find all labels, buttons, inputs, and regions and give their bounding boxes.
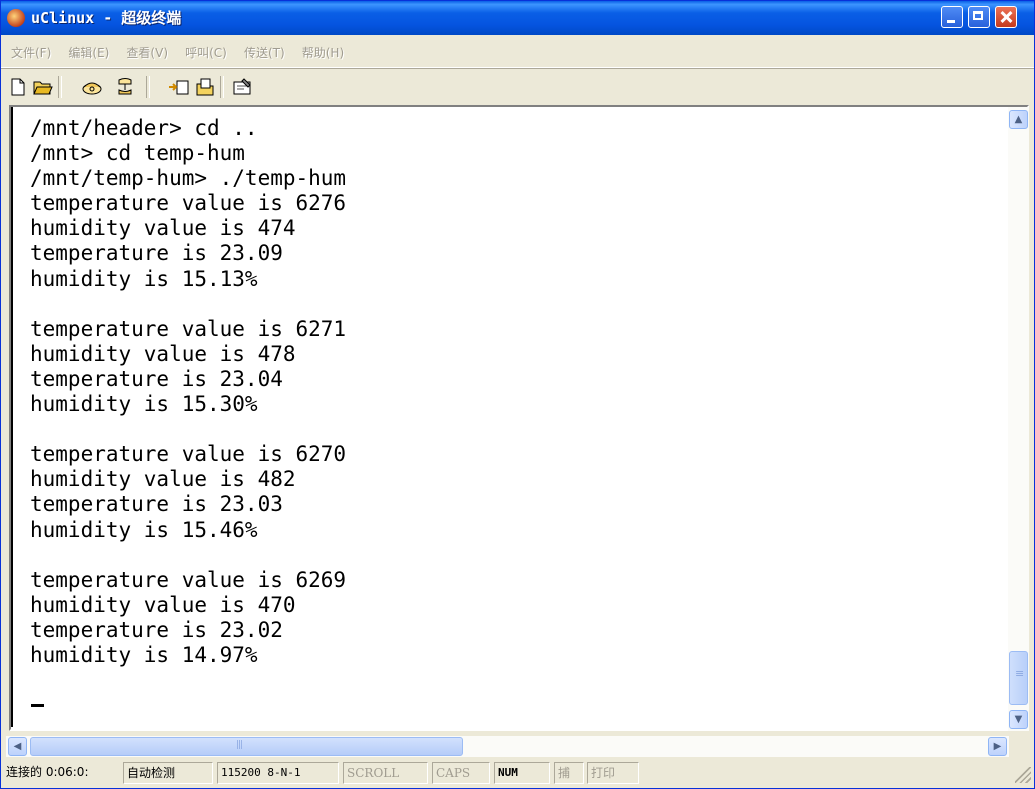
toolbar — [1, 71, 1034, 105]
menu-bar: 文件(F) 编辑(E) 查看(V) 呼叫(C) 传送(T) 帮助(H) — [1, 37, 1034, 68]
toolbar-separator — [220, 76, 224, 98]
terminal-line: humidity value is 482 — [30, 467, 296, 492]
send-icon[interactable] — [168, 76, 190, 98]
scroll-right-button[interactable]: ▶ — [988, 737, 1007, 756]
status-port-settings: 115200 8-N-1 — [217, 762, 339, 784]
toolbar-separator — [146, 76, 150, 98]
hyperterminal-window: uClinux - 超级终端 文件(F) 编辑(E) 查看(V) 呼叫(C) 传… — [0, 0, 1035, 789]
call-icon[interactable] — [81, 76, 103, 98]
terminal-line: temperature value is 6269 — [30, 567, 347, 592]
window-title: uClinux - 超级终端 — [31, 9, 182, 27]
status-connected-time: 连接的 0:06:0: — [6, 765, 89, 779]
vertical-scrollbar[interactable]: ▲ ▼ — [1008, 107, 1029, 731]
scroll-down-button[interactable]: ▼ — [1009, 710, 1028, 729]
minimize-button[interactable] — [941, 6, 963, 28]
status-caps: CAPS — [432, 762, 490, 784]
scroll-left-button[interactable]: ◀ — [8, 737, 27, 756]
status-detect: 自动检测 — [123, 762, 213, 784]
status-bar: 连接的 0:06:0: 自动检测 115200 8-N-1 SCROLL CAP… — [1, 760, 1034, 788]
receive-icon[interactable] — [194, 76, 216, 98]
app-icon[interactable] — [7, 9, 25, 27]
terminal-line: temperature is 23.09 — [30, 241, 283, 266]
terminal-line: humidity is 14.97% — [30, 642, 258, 667]
new-icon[interactable] — [7, 76, 29, 98]
terminal-line: humidity is 15.13% — [30, 266, 258, 291]
chevron-down-icon: ▼ — [1014, 714, 1023, 725]
vertical-scroll-thumb[interactable] — [1009, 651, 1028, 705]
chevron-up-icon: ▲ — [1014, 114, 1023, 125]
menu-help[interactable]: 帮助(H) — [302, 44, 344, 61]
terminal-text: /mnt/header> cd .. /mnt> cd temp-hum /mn… — [30, 116, 346, 668]
toolbar-separator — [58, 76, 62, 98]
status-capture: 捕 — [554, 762, 584, 784]
chevron-right-icon: ▶ — [993, 741, 1002, 752]
terminal-output[interactable]: /mnt/header> cd .. /mnt> cd temp-hum /mn… — [11, 107, 1008, 727]
resize-grip[interactable] — [1015, 767, 1031, 783]
terminal-line: temperature value is 6271 — [30, 316, 347, 341]
terminal-line: humidity is 15.46% — [30, 517, 258, 542]
terminal-line: temperature value is 6276 — [30, 191, 347, 216]
terminal-line: temperature is 23.03 — [30, 492, 283, 517]
terminal-line: humidity value is 474 — [30, 216, 296, 241]
terminal-line: temperature value is 6270 — [30, 442, 347, 467]
terminal-line: humidity is 15.30% — [30, 392, 258, 417]
terminal-line: temperature is 23.02 — [30, 617, 283, 642]
horizontal-scrollbar[interactable]: ◀ ▶ — [6, 736, 1009, 757]
menu-call[interactable]: 呼叫(C) — [185, 44, 227, 61]
terminal-line: /mnt/header> cd .. — [30, 116, 258, 140]
menu-file[interactable]: 文件(F) — [11, 44, 51, 61]
text-cursor — [31, 704, 44, 707]
status-print: 打印 — [587, 762, 639, 784]
menu-edit[interactable]: 编辑(E) — [68, 44, 109, 61]
close-button[interactable] — [995, 6, 1017, 28]
terminal-line: humidity value is 470 — [30, 592, 296, 617]
terminal-line: /mnt/temp-hum> ./temp-hum — [30, 166, 347, 191]
properties-icon[interactable] — [231, 76, 253, 98]
open-icon[interactable] — [32, 76, 54, 98]
terminal-line: /mnt> cd temp-hum — [30, 141, 245, 166]
disconnect-icon[interactable] — [114, 76, 136, 98]
terminal-line: temperature is 23.04 — [30, 366, 283, 391]
menu-transfer[interactable]: 传送(T) — [244, 44, 285, 61]
scroll-up-button[interactable]: ▲ — [1009, 110, 1028, 129]
terminal-line: humidity value is 478 — [30, 341, 296, 366]
menu-view[interactable]: 查看(V) — [126, 44, 168, 61]
title-bar[interactable]: uClinux - 超级终端 — [1, 1, 1034, 35]
status-num: NUM — [494, 762, 550, 784]
chevron-left-icon: ◀ — [13, 741, 22, 752]
horizontal-scroll-thumb[interactable] — [30, 737, 463, 756]
maximize-button[interactable] — [968, 6, 990, 28]
status-scroll: SCROLL — [343, 762, 428, 784]
